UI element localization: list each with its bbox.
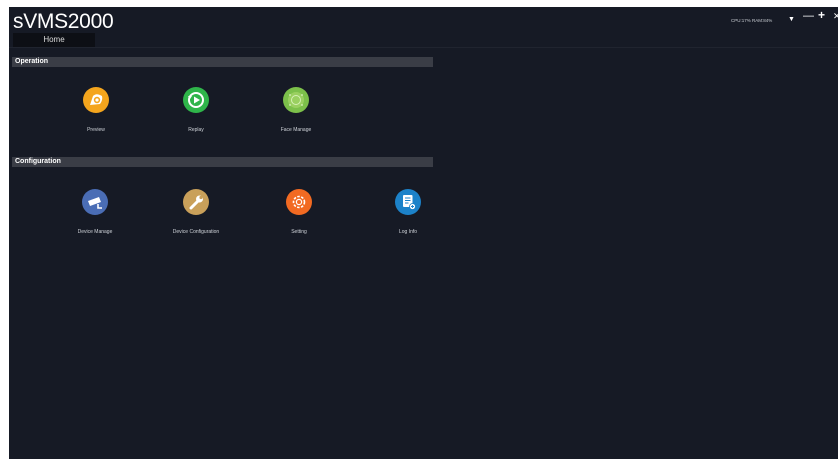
replay-icon	[183, 87, 209, 113]
wrench-icon	[183, 189, 209, 215]
preview-tile[interactable]: Preview	[56, 87, 136, 133]
setting-label: Setting	[291, 229, 307, 235]
device-configuration-label: Device Configuration	[172, 229, 220, 235]
app-window: sVMS2000 Home CPU:17% RAM:84% ▼ — + ✕ Op…	[9, 7, 838, 459]
caret-down-icon[interactable]: ▼	[788, 14, 795, 25]
setting-tile[interactable]: Setting	[259, 189, 339, 235]
preview-label: Preview	[87, 127, 105, 133]
app-logo: sVMS2000	[13, 10, 114, 33]
face-manage-label: Face Manage	[280, 127, 312, 133]
plus-icon[interactable]: +	[818, 9, 825, 21]
device-manage-label: Device Manage	[77, 229, 113, 235]
log-info-tile[interactable]: Log Info	[368, 189, 448, 235]
section-configuration: Configuration	[12, 157, 433, 167]
preview-icon	[83, 87, 109, 113]
face-manage-icon	[283, 87, 309, 113]
system-status: CPU:17% RAM:84%	[731, 18, 773, 23]
section-operation: Operation	[12, 57, 433, 67]
log-info-label: Log Info	[398, 229, 418, 235]
device-configuration-tile[interactable]: Device Configuration	[156, 189, 236, 235]
replay-tile[interactable]: Replay	[156, 87, 236, 133]
device-manage-tile[interactable]: Device Manage	[55, 189, 135, 235]
face-manage-tile[interactable]: Face Manage	[256, 87, 336, 133]
topbar-divider	[9, 47, 838, 48]
minus-icon[interactable]: —	[803, 11, 814, 22]
replay-label: Replay	[188, 127, 204, 133]
close-icon[interactable]: ✕	[833, 11, 838, 22]
tab-home[interactable]: Home	[13, 33, 95, 47]
gear-icon	[286, 189, 312, 215]
log-icon	[395, 189, 421, 215]
camera-icon	[82, 189, 108, 215]
